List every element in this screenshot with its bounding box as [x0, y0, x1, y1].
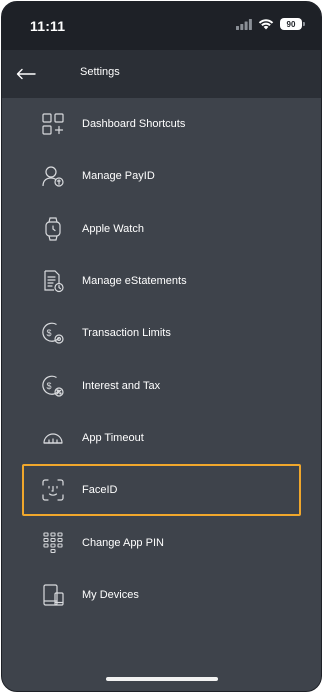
menu-item-apple-watch[interactable]: Apple Watch: [2, 203, 321, 255]
watch-icon: [40, 216, 66, 242]
transaction-limits-icon: $: [40, 320, 66, 346]
menu-item-label: Change App PIN: [82, 536, 164, 549]
menu-item-dashboard-shortcuts[interactable]: Dashboard Shortcuts: [2, 98, 321, 150]
menu-item-interest-and-tax[interactable]: $ Interest and Tax: [2, 359, 321, 411]
home-indicator[interactable]: [105, 677, 218, 681]
menu-item-label: Transaction Limits: [82, 327, 171, 340]
svg-text:$: $: [47, 328, 52, 338]
menu-item-transaction-limits[interactable]: $ Transaction Limits: [2, 307, 321, 359]
menu-item-label: Manage PayID: [82, 170, 155, 183]
interest-tax-icon: $: [40, 373, 66, 399]
status-icons: 90: [236, 18, 305, 30]
svg-text:$: $: [47, 381, 52, 391]
top-bar: Settings: [2, 50, 321, 98]
menu-item-manage-estatements[interactable]: Manage eStatements: [2, 255, 321, 307]
payid-icon: [40, 163, 66, 189]
dashboard-shortcuts-icon: [40, 111, 66, 137]
menu-item-label: Interest and Tax: [82, 379, 161, 392]
menu-item-label: My Devices: [82, 588, 139, 601]
menu-item-label: Manage eStatements: [82, 275, 187, 288]
menu-item-label: App Timeout: [82, 431, 144, 444]
estatements-icon: [40, 268, 66, 294]
settings-list: Dashboard Shortcuts Manage PayID Apple W…: [2, 98, 321, 621]
status-bar: 11:11 90: [2, 2, 321, 50]
menu-item-change-app-pin[interactable]: Change App PIN: [2, 516, 321, 568]
battery-level: 90: [280, 18, 302, 30]
menu-item-label: FaceID: [82, 484, 118, 497]
battery-icon: 90: [280, 18, 305, 30]
menu-item-label: Apple Watch: [82, 222, 144, 235]
devices-icon: [40, 582, 66, 608]
back-button[interactable]: [12, 60, 40, 88]
status-time: 11:11: [30, 18, 66, 34]
menu-item-manage-payid[interactable]: Manage PayID: [2, 150, 321, 202]
wifi-icon: [258, 18, 274, 30]
arrow-left-icon: [16, 68, 36, 80]
menu-item-label: Dashboard Shortcuts: [82, 118, 186, 131]
page-title: Settings: [80, 66, 120, 78]
menu-item-app-timeout[interactable]: App Timeout: [2, 412, 321, 464]
faceid-icon: [40, 477, 66, 503]
phone-frame: 11:11 90 Settings Dashboard Shortcuts Ma…: [1, 1, 322, 692]
keypad-icon: [40, 530, 66, 556]
menu-item-my-devices[interactable]: My Devices: [2, 569, 321, 621]
menu-item-faceid[interactable]: FaceID: [22, 464, 301, 517]
signal-icon: [236, 18, 252, 30]
timeout-icon: [40, 425, 66, 451]
